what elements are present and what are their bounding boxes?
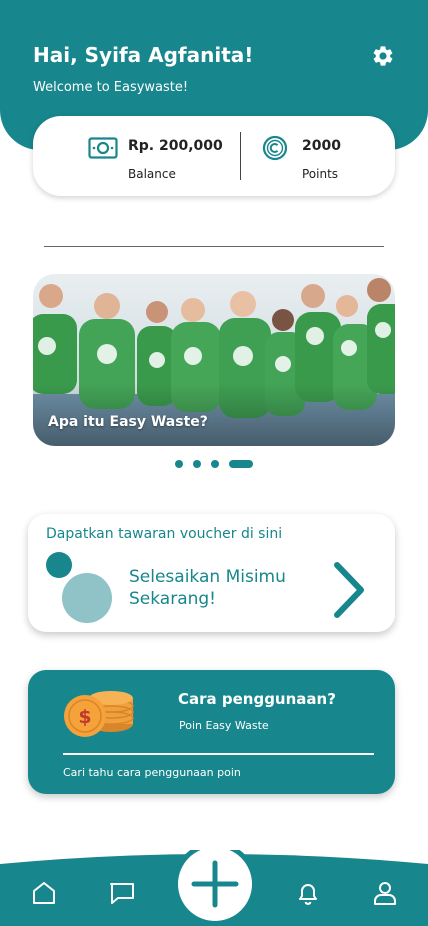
coins-icon: $ [64, 691, 134, 737]
greeting-title: Hai, Syifa Agfanita! [33, 43, 254, 67]
gear-icon[interactable] [371, 44, 395, 68]
profile-icon[interactable] [372, 880, 398, 906]
points-card-subtitle: Poin Easy Waste [179, 719, 269, 732]
mission-line-2: Sekarang! [129, 589, 217, 609]
mission-heading: Dapatkan tawaran voucher di sini [46, 526, 283, 542]
chevron-right-icon[interactable] [331, 561, 367, 619]
points-usage-link[interactable]: Cari tahu cara penggunaan poin [63, 766, 241, 779]
balance-points-card: Rp. 200,000 Balance 2000 Points [33, 116, 395, 196]
welcome-subtitle: Welcome to Easywaste! [33, 80, 189, 95]
points-value: 2000 [302, 138, 341, 154]
svg-text:$: $ [78, 706, 91, 728]
balance-value: Rp. 200,000 [128, 138, 223, 154]
carousel-dot[interactable] [211, 460, 219, 468]
money-icon [88, 137, 118, 159]
banner-title: Apa itu Easy Waste? [48, 414, 208, 430]
section-divider [44, 246, 384, 247]
balance-label: Balance [128, 167, 176, 181]
mission-cta-text: Selesaikan Misimu Sekarang! [129, 566, 329, 610]
coin-outline-icon [262, 135, 288, 161]
stats-divider [240, 132, 241, 180]
info-banner[interactable]: Apa itu Easy Waste? [33, 274, 395, 446]
mission-line-1: Selesaikan Misimu [129, 567, 286, 587]
decor-circle-small [46, 552, 72, 578]
points-label: Points [302, 167, 339, 181]
carousel-dot[interactable] [175, 460, 183, 468]
points-card-divider [63, 753, 374, 755]
plus-icon [191, 860, 239, 908]
points-card-title: Cara penggunaan? [178, 690, 336, 708]
carousel-indicator [0, 459, 428, 469]
carousel-dot-active[interactable] [229, 460, 253, 468]
bell-icon[interactable] [295, 880, 321, 906]
carousel-dot[interactable] [193, 460, 201, 468]
mission-card[interactable]: Dapatkan tawaran voucher di sini Selesai… [28, 514, 395, 632]
home-icon[interactable] [31, 880, 57, 906]
points-usage-card[interactable]: $ Cara penggunaan? Poin Easy Waste Cari … [28, 670, 395, 794]
chat-icon[interactable] [109, 880, 135, 906]
add-button[interactable] [178, 847, 252, 921]
decor-circle-large [62, 573, 112, 623]
